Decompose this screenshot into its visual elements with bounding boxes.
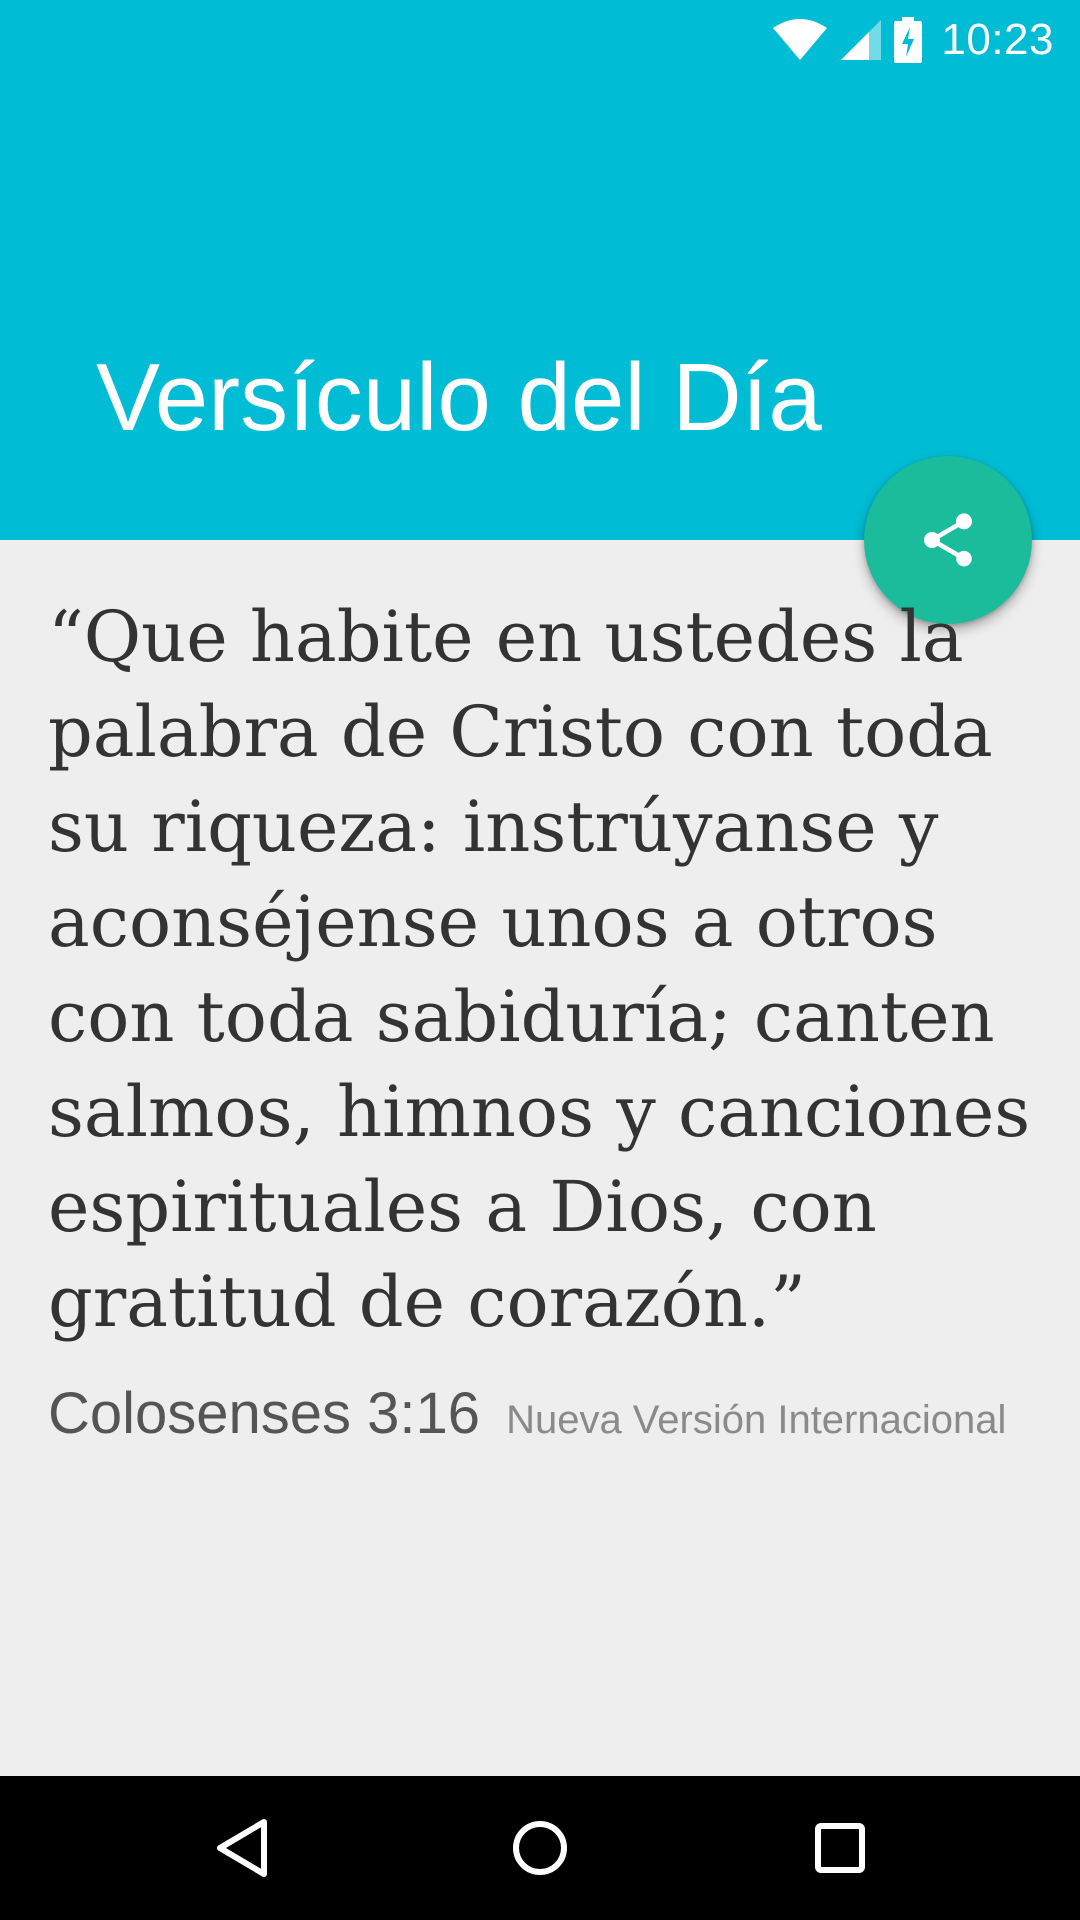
verse-text: “Que habite en ustedes la palabra de Cri…	[48, 596, 1031, 1343]
app-header: 10:23 Versículo del Día	[0, 0, 1080, 540]
home-icon	[513, 1821, 567, 1875]
verse-reference: Colosenses 3:16	[48, 1381, 481, 1446]
page-title: Versículo del Día	[96, 344, 822, 451]
bible-version: Nueva Versión Internacional	[506, 1398, 1007, 1442]
status-bar: 10:23	[0, 0, 1080, 80]
share-icon	[924, 513, 972, 567]
recents-icon	[815, 1823, 865, 1873]
recents-button[interactable]	[770, 1776, 910, 1920]
home-button[interactable]	[470, 1776, 610, 1920]
battery-charging-icon	[893, 17, 923, 63]
status-time: 10:23	[941, 15, 1054, 64]
screen: 10:23 Versículo del Día “Que habite en u…	[0, 0, 1080, 1920]
back-icon	[217, 1819, 267, 1877]
navigation-bar	[0, 1776, 1080, 1920]
cell-signal-icon	[839, 18, 883, 62]
wifi-icon	[771, 18, 829, 62]
back-button[interactable]	[172, 1776, 312, 1920]
verse-citation: Colosenses 3:16 Nueva Versión Internacio…	[48, 1380, 1006, 1447]
